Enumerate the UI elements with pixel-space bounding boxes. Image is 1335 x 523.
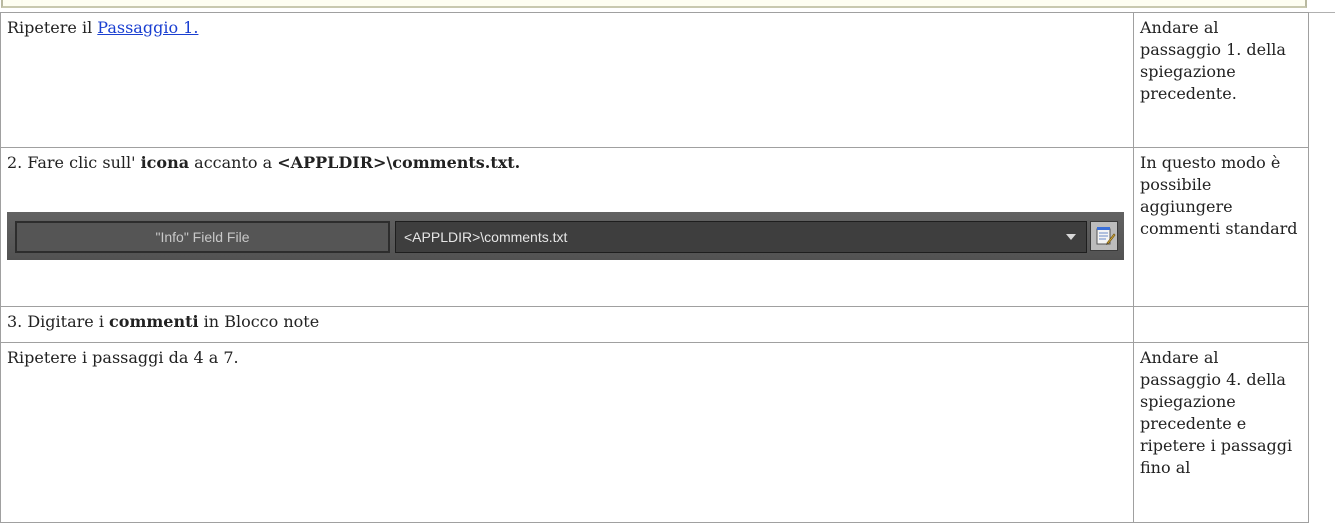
- step-path: <APPLDIR>\comments.txt.: [277, 153, 521, 172]
- previous-section-frame: [1, 0, 1307, 8]
- info-field-file-select[interactable]: <APPLDIR>\comments.txt: [395, 221, 1087, 253]
- steps-table: Ripetere il Passaggio 1. Andare al passa…: [0, 12, 1309, 523]
- info-field-file-label: "Info" Field File: [15, 221, 390, 253]
- chevron-down-icon[interactable]: [1066, 234, 1076, 240]
- step-text: 2. Fare clic sull': [7, 153, 141, 172]
- step-cell: 2. Fare clic sull' icona accanto a <APPL…: [0, 147, 1134, 307]
- step-text: in Blocco note: [198, 312, 320, 331]
- table-row: 2. Fare clic sull' icona accanto a <APPL…: [0, 147, 1309, 307]
- step-cell: Ripetere i passaggi da 4 a 7.: [0, 342, 1134, 523]
- note-cell: In questo modo è possibile aggiungere co…: [1133, 147, 1309, 307]
- step-keyword: icona: [140, 153, 190, 172]
- note-text: Andare al passaggio 4. della spiegazione…: [1140, 348, 1293, 477]
- edit-file-button[interactable]: [1090, 221, 1118, 251]
- step-keyword: commenti: [109, 312, 199, 331]
- frame-divider: [1309, 12, 1335, 13]
- settings-screenshot: "Info" Field File <APPLDIR>\comments.txt: [7, 212, 1124, 260]
- note-cell: Andare al passaggio 4. della spiegazione…: [1133, 342, 1309, 523]
- notepad-edit-icon: [1096, 227, 1116, 245]
- step-link[interactable]: Passaggio 1.: [97, 18, 198, 37]
- table-row: 3. Digitare i commenti in Blocco note: [0, 306, 1309, 343]
- note-text: Andare al passaggio 1. della spiegazione…: [1140, 18, 1286, 103]
- step-cell: Ripetere il Passaggio 1.: [0, 12, 1134, 148]
- note-cell: [1133, 306, 1309, 343]
- step-text: 3. Digitare i: [7, 312, 110, 331]
- step-text: Ripetere il: [7, 18, 98, 37]
- note-text: In questo modo è possibile aggiungere co…: [1140, 153, 1298, 238]
- step-text: Ripetere i passaggi da 4 a 7.: [7, 348, 239, 367]
- step-cell: 3. Digitare i commenti in Blocco note: [0, 306, 1134, 343]
- note-cell: Andare al passaggio 1. della spiegazione…: [1133, 12, 1309, 148]
- table-row: Ripetere i passaggi da 4 a 7. Andare al …: [0, 342, 1309, 523]
- table-row: Ripetere il Passaggio 1. Andare al passa…: [0, 12, 1309, 148]
- info-field-file-value: <APPLDIR>\comments.txt: [404, 229, 568, 245]
- step-text: accanto a: [189, 153, 278, 172]
